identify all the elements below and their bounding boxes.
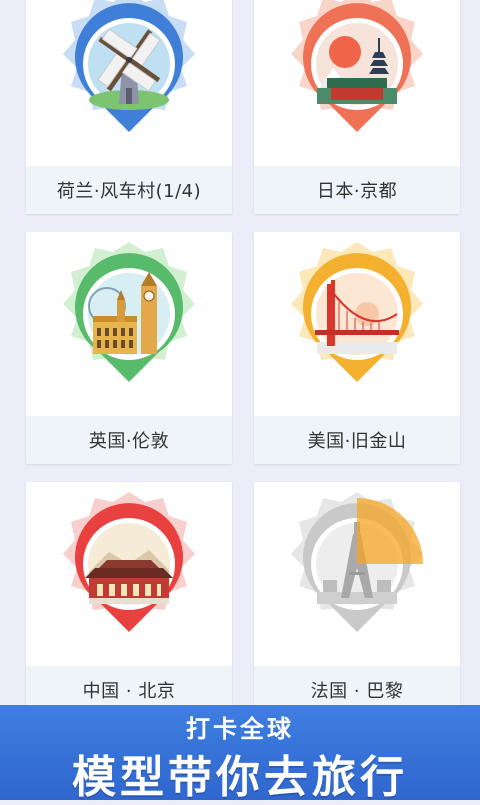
card-label: 法国 · 巴黎 (310, 681, 404, 702)
card-label-bar: 日本·京都 (254, 166, 460, 214)
card-label-bar: 美国·旧金山 (254, 416, 460, 464)
golden-gate-bridge-icon (291, 242, 423, 383)
card-label: 日本·京都 (316, 181, 398, 202)
destination-card-japan[interactable]: 日本·京都 (254, 0, 460, 214)
card-label: 中国 · 北京 (82, 681, 176, 702)
destination-card-usa[interactable]: 美国·旧金山 (254, 232, 460, 464)
destination-card-france[interactable]: 法国 · 巴黎 (254, 482, 460, 714)
destination-card-china[interactable]: 中国 · 北京 (26, 482, 232, 714)
card-label: 荷兰·风车村(1/4) (56, 181, 202, 202)
forbidden-city-icon (63, 492, 195, 632)
pagoda-icon (291, 0, 423, 133)
destination-card-uk[interactable]: 英国·伦敦 (26, 232, 232, 464)
eiffel-tower-icon (291, 492, 423, 632)
card-label-bar: 荷兰·风车村(1/4) (26, 166, 232, 214)
destination-card-netherlands[interactable]: 荷兰·风车村(1/4) (26, 0, 232, 214)
banner-title: 模型带你去旅行 (72, 752, 408, 803)
card-label: 美国·旧金山 (307, 431, 407, 452)
promo-banner: 打卡全球 模型带你去旅行 (0, 705, 480, 803)
progress-overlay (357, 498, 423, 564)
banner-subtitle: 打卡全球 (186, 715, 294, 743)
card-label: 英国·伦敦 (88, 431, 170, 452)
windmill-icon (63, 0, 195, 133)
card-label-bar: 英国·伦敦 (26, 416, 232, 464)
big-ben-icon (63, 242, 195, 383)
